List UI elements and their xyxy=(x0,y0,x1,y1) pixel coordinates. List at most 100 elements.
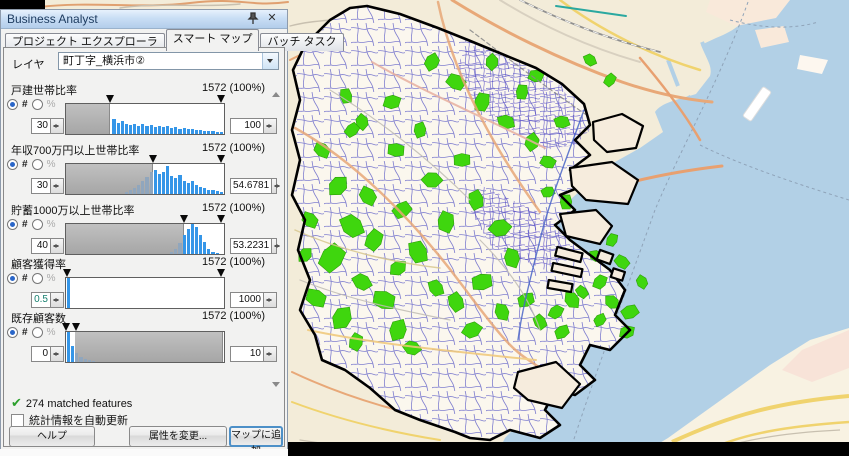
count-radio-label: # xyxy=(22,219,28,230)
histogram-bars xyxy=(66,164,224,194)
spinner-arrows-icon[interactable] xyxy=(50,238,64,254)
range-handle-right[interactable] xyxy=(217,155,225,167)
range-handle-right[interactable] xyxy=(217,95,225,107)
min-value[interactable]: 30 xyxy=(31,178,50,194)
change-attributes-button[interactable]: 属性を変更... xyxy=(129,426,227,447)
histogram-bars xyxy=(66,104,224,134)
max-value[interactable]: 100 xyxy=(230,118,263,134)
max-value-spinner[interactable]: 100 xyxy=(230,118,277,134)
spinner-arrows-icon[interactable] xyxy=(50,292,64,308)
panel-titlebar[interactable]: Business Analyst ✕ xyxy=(1,10,287,29)
histogram-feature-count: 1572 (100%) xyxy=(202,142,265,154)
range-handle-left[interactable] xyxy=(149,155,157,167)
screen-edge-top xyxy=(0,0,45,9)
histogram-bars xyxy=(66,278,224,308)
histogram-row: 貯蓄1000万以上世帯比率 1572 (100%) # % 40 53.2231 xyxy=(1,202,287,260)
count-radio[interactable] xyxy=(7,273,18,284)
max-value[interactable]: 10 xyxy=(230,346,263,362)
histogram-chart[interactable] xyxy=(65,277,225,309)
percent-radio[interactable] xyxy=(32,159,43,170)
histogram-chart[interactable] xyxy=(65,331,225,363)
range-handle-right[interactable] xyxy=(217,215,225,227)
range-handle-left[interactable] xyxy=(180,215,188,227)
help-button[interactable]: ヘルプ xyxy=(9,426,95,447)
matched-text: 274 matched features xyxy=(26,398,132,410)
percent-radio-label: % xyxy=(47,219,56,230)
count-radio[interactable] xyxy=(7,159,18,170)
range-handle-left[interactable] xyxy=(63,269,71,281)
max-value[interactable]: 53.2231 xyxy=(230,238,271,254)
layer-label: レイヤ xyxy=(12,56,45,72)
spinner-arrows-icon[interactable] xyxy=(271,178,277,194)
count-radio-label: # xyxy=(22,159,28,170)
histogram-chart[interactable] xyxy=(65,163,225,195)
layer-select[interactable]: 町丁字_横浜市② xyxy=(58,52,279,70)
scroll-down-icon[interactable] xyxy=(272,382,280,391)
percent-radio-label: % xyxy=(47,327,56,338)
pin-icon[interactable] xyxy=(247,12,261,26)
histogram-feature-count: 1572 (100%) xyxy=(202,256,265,268)
spinner-arrows-icon[interactable] xyxy=(50,346,64,362)
histogram-bars xyxy=(66,224,224,254)
close-icon[interactable]: ✕ xyxy=(265,11,279,25)
min-value-spinner[interactable]: 0 xyxy=(31,346,64,362)
min-value[interactable]: 30 xyxy=(31,118,50,134)
max-value[interactable]: 1000 xyxy=(230,292,263,308)
min-value-spinner[interactable]: 30 xyxy=(31,118,64,134)
max-value-spinner[interactable]: 10 xyxy=(230,346,277,362)
max-value-spinner[interactable]: 54.6781 xyxy=(230,178,277,194)
spinner-arrows-icon[interactable] xyxy=(263,292,277,308)
tab-1[interactable]: スマート マップ xyxy=(166,29,260,51)
range-handle-right[interactable] xyxy=(217,269,225,281)
min-value-spinner[interactable]: 0.5 xyxy=(31,292,64,308)
histogram-row: 戸建世帯比率 1572 (100%) # % 30 100 xyxy=(1,82,287,140)
add-to-map-button[interactable]: マップに追加 xyxy=(229,426,283,447)
spinner-arrows-icon[interactable] xyxy=(50,178,64,194)
spinner-arrows-icon[interactable] xyxy=(263,118,277,134)
count-radio-label: # xyxy=(22,99,28,110)
percent-radio-label: % xyxy=(47,99,56,110)
screen-edge-bottom xyxy=(288,442,849,456)
min-value-spinner[interactable]: 30 xyxy=(31,178,64,194)
check-icon: ✔ xyxy=(11,395,22,410)
business-analyst-panel: Business Analyst ✕ プロジェクト エクスプローラスマート マッ… xyxy=(0,9,288,450)
histogram-label: 貯蓄1000万以上世帯比率 xyxy=(11,202,134,218)
histogram-row: 年収700万円以上世帯比率 1572 (100%) # % 30 54.6781 xyxy=(1,142,287,200)
histogram-label: 年収700万円以上世帯比率 xyxy=(11,142,139,158)
max-value-spinner[interactable]: 1000 xyxy=(230,292,277,308)
max-value[interactable]: 54.6781 xyxy=(230,178,271,194)
min-value-spinner[interactable]: 40 xyxy=(31,238,64,254)
histogram-label: 既存顧客数 xyxy=(11,310,66,326)
panel-bottom-gap xyxy=(0,449,288,456)
count-radio[interactable] xyxy=(7,219,18,230)
histogram-feature-count: 1572 (100%) xyxy=(202,202,265,214)
percent-radio[interactable] xyxy=(32,273,43,284)
percent-radio[interactable] xyxy=(32,219,43,230)
auto-update-checkbox[interactable] xyxy=(11,414,24,427)
min-value[interactable]: 0.5 xyxy=(31,292,50,308)
chevron-down-icon[interactable] xyxy=(262,53,278,69)
histogram-row: 既存顧客数 1572 (100%) # % 0 10 xyxy=(1,310,287,368)
percent-radio-label: % xyxy=(47,273,56,284)
min-value[interactable]: 40 xyxy=(31,238,50,254)
range-handle-left[interactable] xyxy=(106,95,114,107)
range-handle-left[interactable] xyxy=(62,323,70,335)
spinner-arrows-icon[interactable] xyxy=(50,118,64,134)
histogram-bars xyxy=(66,332,224,362)
matched-status: ✔ 274 matched features xyxy=(11,395,132,411)
max-value-spinner[interactable]: 53.2231 xyxy=(230,238,277,254)
min-value[interactable]: 0 xyxy=(31,346,50,362)
panel-tabs: プロジェクト エクスプローラスマート マップバッチ タスク xyxy=(5,29,285,47)
spinner-arrows-icon[interactable] xyxy=(271,238,277,254)
histogram-label: 戸建世帯比率 xyxy=(11,82,77,98)
percent-radio[interactable] xyxy=(32,99,43,110)
percent-radio[interactable] xyxy=(32,327,43,338)
spinner-arrows-icon[interactable] xyxy=(263,346,277,362)
count-radio[interactable] xyxy=(7,99,18,110)
range-handle-right[interactable] xyxy=(72,323,80,335)
panel-title: Business Analyst xyxy=(7,12,98,26)
histogram-feature-count: 1572 (100%) xyxy=(202,82,265,94)
histogram-chart[interactable] xyxy=(65,223,225,255)
histogram-chart[interactable] xyxy=(65,103,225,135)
count-radio[interactable] xyxy=(7,327,18,338)
